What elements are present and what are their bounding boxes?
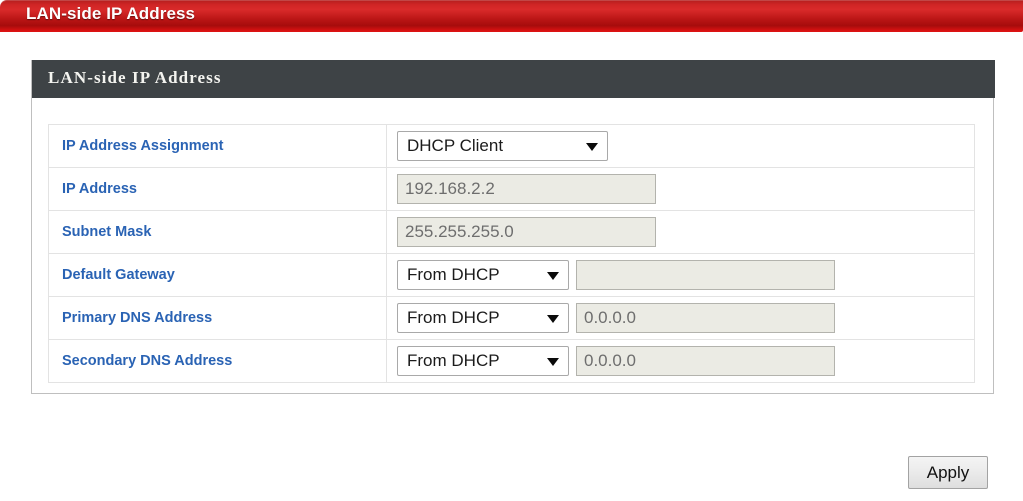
row-label-cell: IP Address: [48, 167, 387, 211]
field-label-subnet-mask: Subnet Mask: [62, 224, 152, 240]
select-default-gateway-source[interactable]: From DHCP: [397, 260, 569, 290]
input-secondary-dns-address[interactable]: 0.0.0.0: [576, 346, 835, 376]
row-value-cell: From DHCP 0.0.0.0: [386, 296, 975, 340]
row-label-cell: IP Address Assignment: [48, 124, 387, 168]
select-secondary-dns-source-value: From DHCP: [407, 351, 500, 370]
table-row: Secondary DNS Address From DHCP 0.0.0.0: [48, 339, 975, 383]
row-value-cell: 192.168.2.2: [386, 167, 975, 211]
select-ip-address-assignment[interactable]: DHCP Client: [397, 131, 608, 161]
field-label-primary-dns-address: Primary DNS Address: [62, 310, 213, 326]
page-titlebar: LAN-side IP Address: [0, 0, 1023, 32]
select-default-gateway-source-value: From DHCP: [407, 265, 500, 284]
chevron-down-icon: [547, 358, 559, 366]
row-label-cell: Default Gateway: [48, 253, 387, 297]
field-label-secondary-dns-address: Secondary DNS Address: [62, 353, 233, 369]
row-label-cell: Secondary DNS Address: [48, 339, 387, 383]
input-primary-dns-address[interactable]: 0.0.0.0: [576, 303, 835, 333]
apply-button[interactable]: Apply: [908, 456, 988, 489]
row-value-cell: 255.255.255.0: [386, 210, 975, 254]
row-value-cell: DHCP Client: [386, 124, 975, 168]
row-value-cell: From DHCP: [386, 253, 975, 297]
input-default-gateway[interactable]: [576, 260, 835, 290]
table-row: Default Gateway From DHCP: [48, 253, 975, 297]
lan-ip-settings-table: IP Address Assignment DHCP Client IP Add…: [48, 124, 975, 383]
page-title: LAN-side IP Address: [26, 4, 196, 23]
table-row: Subnet Mask 255.255.255.0: [48, 210, 975, 254]
input-ip-address[interactable]: 192.168.2.2: [397, 174, 656, 204]
select-primary-dns-source[interactable]: From DHCP: [397, 303, 569, 333]
select-secondary-dns-source[interactable]: From DHCP: [397, 346, 569, 376]
field-label-ip-address: IP Address: [62, 181, 137, 197]
panel-header: LAN-side IP Address: [32, 60, 995, 98]
table-row: IP Address 192.168.2.2: [48, 167, 975, 211]
chevron-down-icon: [586, 143, 598, 151]
chevron-down-icon: [547, 272, 559, 280]
field-label-ip-address-assignment: IP Address Assignment: [62, 138, 224, 154]
input-subnet-mask[interactable]: 255.255.255.0: [397, 217, 656, 247]
panel-header-title: LAN-side IP Address: [48, 68, 222, 87]
field-label-default-gateway: Default Gateway: [62, 267, 175, 283]
row-label-cell: Primary DNS Address: [48, 296, 387, 340]
chevron-down-icon: [547, 315, 559, 323]
select-ip-address-assignment-value: DHCP Client: [407, 136, 504, 155]
table-row: Primary DNS Address From DHCP 0.0.0.0: [48, 296, 975, 340]
row-label-cell: Subnet Mask: [48, 210, 387, 254]
select-primary-dns-source-value: From DHCP: [407, 308, 500, 327]
row-value-cell: From DHCP 0.0.0.0: [386, 339, 975, 383]
table-row: IP Address Assignment DHCP Client: [48, 124, 975, 168]
